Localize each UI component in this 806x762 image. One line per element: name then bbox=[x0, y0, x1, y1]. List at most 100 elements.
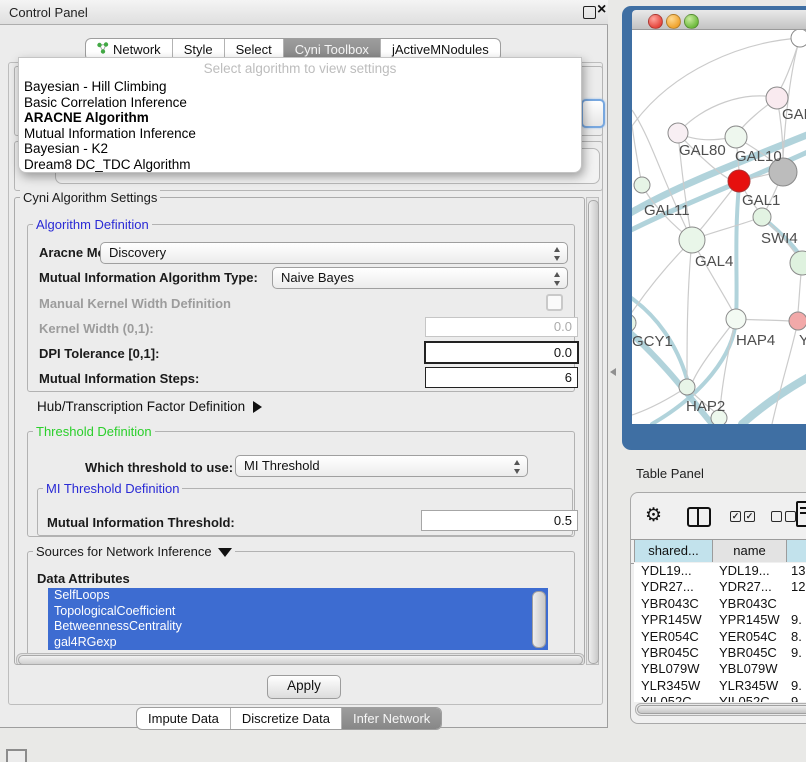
column-layout-icon[interactable] bbox=[687, 507, 711, 527]
mi-steps-field[interactable]: 6 bbox=[425, 367, 578, 388]
network-node-gal4[interactable] bbox=[679, 227, 705, 253]
table-cell: 8. bbox=[791, 629, 802, 645]
column-header-partial[interactable] bbox=[787, 540, 806, 562]
table-row[interactable]: YPR145WYPR145W9. bbox=[634, 612, 806, 628]
network-node-swi4[interactable] bbox=[753, 208, 771, 226]
table-function-icon[interactable] bbox=[796, 501, 806, 527]
table-row[interactable]: YBL079WYBL079W bbox=[634, 661, 806, 677]
combo-arrows-icon bbox=[553, 272, 561, 286]
deselect-all-checkbox-icon[interactable] bbox=[785, 511, 796, 522]
algorithm-dropdown-popup[interactable]: Select algorithm to view settings Bayesi… bbox=[18, 57, 582, 173]
select-all-checkbox-icon[interactable]: ✓ bbox=[744, 511, 755, 522]
algorithm-option[interactable]: Bayesian - Hill Climbing bbox=[19, 79, 581, 95]
which-threshold-value: MI Threshold bbox=[244, 458, 320, 473]
network-node-hap2[interactable] bbox=[679, 379, 695, 395]
network-node[interactable] bbox=[791, 30, 806, 47]
network-node-gal10[interactable] bbox=[725, 126, 747, 148]
float-panel-icon[interactable] bbox=[583, 6, 596, 19]
node-label: GAL80 bbox=[679, 142, 726, 159]
algorithm-option[interactable]: Dream8 DC_TDC Algorithm bbox=[19, 157, 581, 173]
data-attributes-list[interactable]: SelfLoopsTopologicalCoefficientBetweenne… bbox=[48, 588, 548, 650]
panel-divider[interactable] bbox=[610, 368, 616, 376]
attributes-list-scrollbar[interactable] bbox=[532, 591, 546, 648]
algorithm-option[interactable]: Mutual Information Inference bbox=[19, 126, 581, 142]
table-panel-title: Table Panel bbox=[636, 466, 704, 481]
algorithm-option[interactable]: Basic Correlation Inference bbox=[19, 95, 581, 111]
table-horizontal-scrollbar[interactable] bbox=[635, 703, 806, 716]
table-row[interactable]: YLR345WYLR345W9. bbox=[634, 678, 806, 694]
focused-combo-button-fragment[interactable] bbox=[581, 99, 605, 128]
table-cell: YDL19... bbox=[719, 563, 770, 579]
algorithm-option[interactable]: ARACNE Algorithm bbox=[19, 110, 581, 126]
table-cell: 9. bbox=[791, 678, 802, 694]
dpi-tolerance-field[interactable]: 0.0 bbox=[424, 341, 579, 364]
tab-impute-data[interactable]: Impute Data bbox=[137, 708, 230, 729]
control-panel-titlebar[interactable]: Control Panel × bbox=[0, 0, 608, 25]
table-row[interactable]: YIL052CYIL052C9 bbox=[634, 694, 806, 702]
network-node-gal80[interactable] bbox=[668, 123, 688, 143]
tab-infer-network[interactable]: Infer Network bbox=[341, 708, 441, 729]
mi-type-select[interactable]: Naive Bayes bbox=[272, 267, 568, 289]
network-node-gcy1[interactable] bbox=[632, 314, 636, 332]
grip-handle[interactable] bbox=[6, 749, 27, 762]
node-label: GCY1 bbox=[632, 333, 673, 350]
table-cell: 13 bbox=[791, 563, 805, 579]
table-cell: YIL052C bbox=[641, 694, 692, 702]
select-all-checkbox-icon[interactable]: ✓ bbox=[730, 511, 741, 522]
mi-threshold-group-title: MI Threshold Definition bbox=[43, 481, 182, 496]
manual-kernel-checkbox[interactable] bbox=[546, 294, 563, 311]
table-cell: YER054C bbox=[719, 629, 777, 645]
which-threshold-select[interactable]: MI Threshold bbox=[235, 455, 528, 477]
sources-section-toggle[interactable]: Sources for Network Inference bbox=[33, 544, 235, 559]
combo-arrows-icon bbox=[513, 460, 521, 474]
node-label: HAP2 bbox=[686, 398, 725, 415]
column-header-shared[interactable]: shared... bbox=[634, 540, 713, 562]
deselect-all-checkbox-icon[interactable] bbox=[771, 511, 782, 522]
minimize-traffic-light-icon[interactable] bbox=[666, 14, 681, 29]
network-node-hap4[interactable] bbox=[726, 309, 746, 329]
close-traffic-light-icon[interactable] bbox=[648, 14, 663, 29]
application-root: Control Panel × NetworkStyleSelectCyni T… bbox=[0, 0, 806, 762]
network-node[interactable] bbox=[790, 251, 806, 275]
apply-button[interactable]: Apply bbox=[267, 675, 341, 699]
network-node-gal11[interactable] bbox=[634, 177, 650, 193]
table-row[interactable]: YBR045CYBR045C9. bbox=[634, 645, 806, 661]
aracne-mode-select[interactable]: Discovery bbox=[100, 242, 568, 264]
data-attribute-item[interactable]: gal4RGexp bbox=[48, 635, 548, 651]
hub-tf-section-toggle[interactable]: Hub/Transcription Factor Definition bbox=[37, 399, 262, 414]
network-canvas[interactable]: GALGAL80GAL10GAL1GAL11GAL4SWI4HAP4YGCY1H… bbox=[632, 30, 806, 424]
network-graph: GALGAL80GAL10GAL1GAL11GAL4SWI4HAP4YGCY1H… bbox=[632, 30, 806, 424]
kernel-width-field[interactable]: 0.0 bbox=[425, 317, 578, 337]
data-attribute-item[interactable]: TopologicalCoefficient bbox=[48, 604, 548, 620]
table-cell: YPR145W bbox=[719, 612, 780, 628]
network-titlebar[interactable] bbox=[632, 10, 806, 30]
network-window[interactable]: GALGAL80GAL10GAL1GAL11GAL4SWI4HAP4YGCY1H… bbox=[622, 6, 806, 450]
table-row[interactable]: YDL19...YDL19...13 bbox=[634, 563, 806, 579]
table-cell: 9 bbox=[791, 694, 798, 702]
algorithm-option[interactable]: Bayesian - K2 bbox=[19, 141, 581, 157]
column-header-name[interactable]: name bbox=[713, 540, 787, 562]
mi-type-label: Mutual Information Algorithm Type: bbox=[39, 270, 258, 285]
node-label: GAL1 bbox=[742, 192, 780, 209]
table-cell: YPR145W bbox=[641, 612, 702, 628]
zoom-traffic-light-icon[interactable] bbox=[684, 14, 699, 29]
gear-icon[interactable]: ⚙ bbox=[645, 504, 662, 527]
sources-title: Sources for Network Inference bbox=[36, 544, 212, 559]
table-row[interactable]: YDR27...YDR27...12 bbox=[634, 579, 806, 595]
settings-group-title: Cyni Algorithm Settings bbox=[20, 190, 160, 205]
control-panel-title: Control Panel bbox=[9, 5, 88, 20]
tab-discretize-data[interactable]: Discretize Data bbox=[230, 708, 341, 729]
mi-threshold-field[interactable]: 0.5 bbox=[421, 510, 578, 531]
table-row[interactable]: YBR043CYBR043C bbox=[634, 596, 806, 612]
close-panel-icon[interactable]: × bbox=[597, 1, 606, 19]
settings-horizontal-scrollbar[interactable] bbox=[16, 653, 585, 665]
settings-vertical-scrollbar[interactable] bbox=[586, 197, 599, 665]
data-attribute-item[interactable]: BetweennessCentrality bbox=[48, 619, 548, 635]
mi-threshold-label: Mutual Information Threshold: bbox=[47, 515, 235, 530]
data-attribute-item[interactable]: SelfLoops bbox=[48, 588, 548, 604]
table-cell: YLR345W bbox=[641, 678, 700, 694]
node-label: Y bbox=[799, 332, 806, 349]
table-row[interactable]: YER054CYER054C8. bbox=[634, 629, 806, 645]
network-node-gal1[interactable] bbox=[728, 170, 750, 192]
network-node-y[interactable] bbox=[789, 312, 806, 330]
